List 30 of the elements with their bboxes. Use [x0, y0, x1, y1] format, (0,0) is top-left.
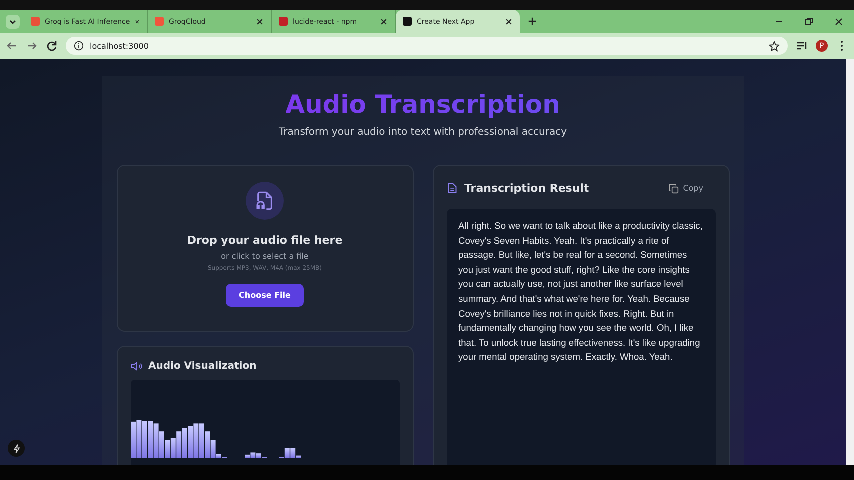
- restore-icon[interactable]: [804, 16, 814, 26]
- result-title: Transcription Result: [464, 182, 590, 195]
- upload-heading: Drop your audio file here: [187, 234, 343, 247]
- close-icon[interactable]: [135, 18, 140, 26]
- choose-file-button[interactable]: Choose File: [226, 284, 304, 307]
- media-icon[interactable]: [796, 40, 808, 52]
- close-icon[interactable]: [834, 16, 844, 26]
- info-icon[interactable]: [74, 41, 84, 51]
- address-bar[interactable]: localhost:3000: [66, 37, 788, 55]
- visualization-title: Audio Visualization: [148, 361, 257, 372]
- reload-icon[interactable]: [46, 40, 58, 52]
- document-icon: [448, 183, 456, 194]
- speaker-icon: [130, 362, 142, 371]
- transcript-text: All right. So we want to talk about like a productivity classic, Covey's Seven Habits. Yeah. It's practically a rite of passage. But like, let's be real for a second. Sometimes you just want the good stuff, right? Like the core insights you can actually use, not just another like surface level summary. And that's what we're here for. Yeah. Because Covey's brilliance lies not in quick fixes. Right. But in fundamentally changing how you see the world. Oh, I like that. To unlock true lasting effectiveness. It's like upgrading your mental operating system. Exactly. Whoa. Yeah.: [458, 220, 704, 364]
- close-icon[interactable]: [256, 18, 264, 26]
- scrollbar[interactable]: [846, 59, 854, 465]
- upload-hint: or click to select a file: [221, 252, 309, 261]
- copy-button[interactable]: Copy: [663, 182, 710, 194]
- new-tab-icon[interactable]: [528, 17, 537, 26]
- back-icon[interactable]: [6, 40, 18, 52]
- lightning-icon: [12, 444, 22, 454]
- chevron-icon[interactable]: [6, 14, 20, 28]
- star-icon[interactable]: [769, 40, 780, 52]
- copy-icon: [669, 184, 680, 194]
- audio-file-icon: [246, 182, 284, 220]
- forward-icon[interactable]: [26, 40, 38, 52]
- close-icon[interactable]: [505, 18, 513, 26]
- dev-tools-button[interactable]: [8, 440, 25, 457]
- close-icon[interactable]: [380, 18, 388, 26]
- page-subtitle: Transform your audio into text with professional accuracy: [278, 127, 567, 138]
